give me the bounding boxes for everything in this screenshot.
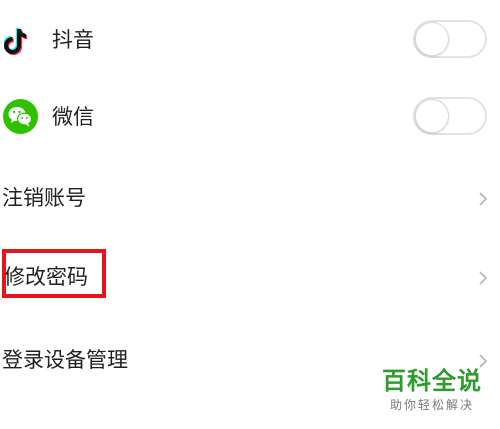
wechat-label: 微信: [52, 105, 94, 129]
wechat-binding-row[interactable]: 微信: [0, 77, 500, 157]
highlight-box: [2, 249, 106, 298]
wechat-toggle[interactable]: [413, 97, 487, 135]
device-management-label: 登录设备管理: [2, 348, 128, 372]
watermark-title: 百科全说: [382, 367, 482, 395]
wechat-icon: [3, 99, 38, 134]
douyin-icon: [2, 27, 28, 56]
chevron-right-icon: [478, 270, 488, 286]
watermark-subtitle: 助你轻松解决: [389, 398, 474, 412]
douyin-label: 抖音: [52, 28, 94, 52]
wechat-toggle-knob: [415, 99, 449, 133]
cancel-account-row[interactable]: 注销账号: [0, 157, 500, 237]
douyin-toggle-knob: [415, 22, 449, 56]
chevron-right-icon: [478, 191, 488, 207]
douyin-binding-row[interactable]: 抖音: [0, 0, 500, 80]
douyin-toggle[interactable]: [413, 20, 487, 58]
watermark: 百科全说 助你轻松解决: [372, 366, 492, 422]
cancel-account-label: 注销账号: [2, 186, 86, 210]
